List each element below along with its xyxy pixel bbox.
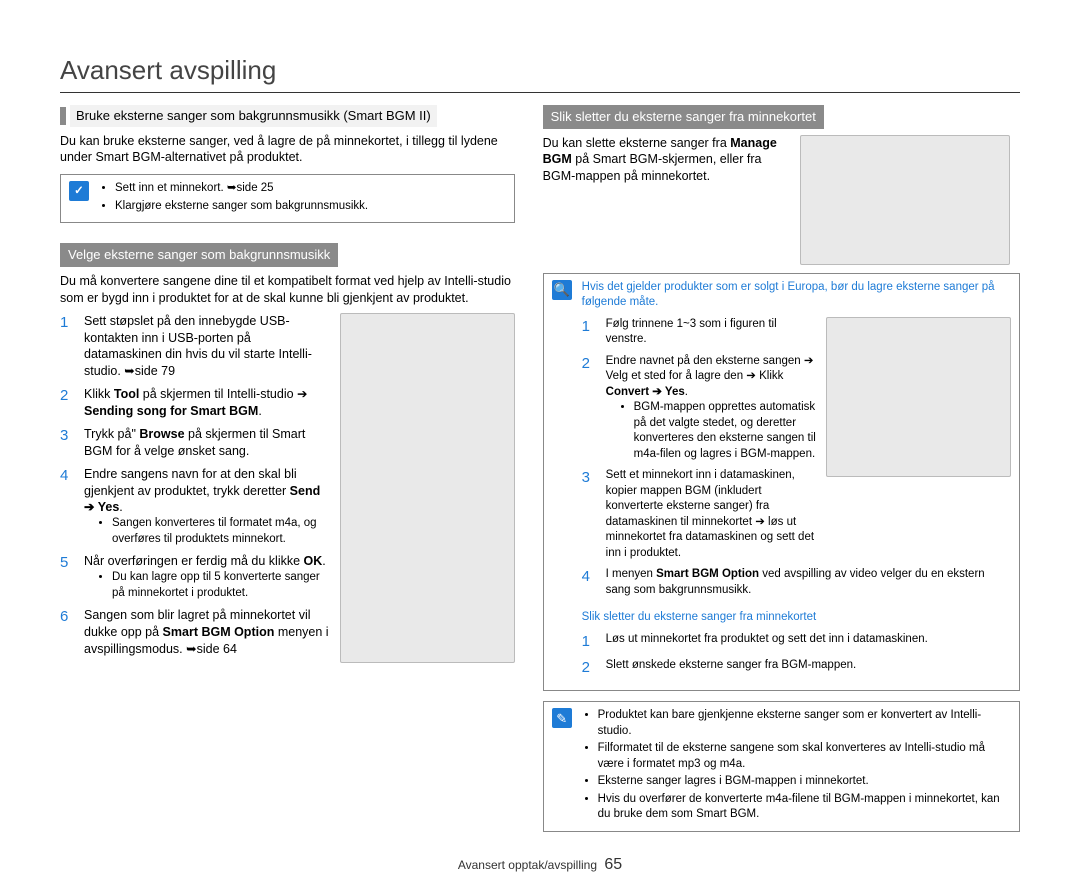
- delete-bgm-intro: Du kan slette eksterne sanger fra Manage…: [543, 135, 790, 259]
- smart-bgm-intro: Du kan bruke eksterne sanger, ved å lagr…: [60, 133, 515, 167]
- delete-step-1: Løs ut minnekortet fra produktet og sett…: [606, 632, 1011, 652]
- page-number: 65: [604, 856, 622, 873]
- note-icon: ✎: [552, 708, 572, 728]
- screenshot-song-conversion: [826, 317, 1011, 477]
- note-1: Produktet kan bare gjenkjenne eksterne s…: [598, 708, 1011, 739]
- left-step-4: Endre sangens navn for at den skal bli g…: [84, 466, 332, 548]
- info-box-notes: ✎ Produktet kan bare gjenkjenne eksterne…: [543, 701, 1020, 832]
- right-step-2: Endre navnet på den eksterne sangen ➔ Ve…: [606, 354, 818, 463]
- left-step-5: Når overføringen er ferdig må du klikke …: [84, 553, 332, 601]
- title-divider: [60, 92, 1020, 93]
- page-footer: Avansert opptak/avspilling 65: [60, 856, 1020, 874]
- info-box-europe: 🔍 Hvis det gjelder produkter som er solg…: [543, 273, 1020, 692]
- section-title-smart-bgm: Bruke eksterne sanger som bakgrunnsmusik…: [70, 105, 437, 127]
- select-bgm-intro: Du må konvertere sangene dine til et kom…: [60, 273, 515, 307]
- prereq-item-2: Klargjøre eksterne sanger som bakgrunnsm…: [115, 199, 368, 215]
- europe-note: Hvis det gjelder produkter som er solgt …: [582, 280, 1011, 311]
- screenshot-intelli-studio: [340, 313, 515, 663]
- right-column: Slik sletter du eksterne sanger fra minn…: [543, 105, 1020, 842]
- check-icon: ✓: [69, 181, 89, 201]
- delete-subheader: Slik sletter du eksterne sanger fra minn…: [582, 610, 1011, 626]
- right-step-4: I menyen Smart BGM Option ved avspilling…: [606, 567, 1011, 598]
- left-step-3: Trykk på" Browse på skjermen til Smart B…: [84, 426, 332, 460]
- section-header-delete-bgm: Slik sletter du eksterne sanger fra minn…: [543, 105, 824, 129]
- page-title: Avansert avspilling: [60, 55, 1020, 86]
- left-step-2: Klikk Tool på skjermen til Intelli-studi…: [84, 386, 332, 420]
- magnifier-icon: 🔍: [552, 280, 572, 300]
- left-step-6: Sangen som blir lagret på minnekortet vi…: [84, 607, 332, 658]
- delete-step-2: Slett ønskede eksterne sanger fra BGM-ma…: [606, 658, 1011, 678]
- note-2: Filformatet til de eksterne sangene som …: [598, 741, 1011, 772]
- right-step-3: Sett et minnekort inn i datamaskinen, ko…: [606, 468, 818, 561]
- left-step-1: Sett støpslet på den innebygde USB-konta…: [84, 313, 332, 381]
- section-header-select-bgm: Velge eksterne sanger som bakgrunnsmusik…: [60, 243, 338, 267]
- note-4: Hvis du overfører de konverterte m4a-fil…: [598, 792, 1011, 823]
- info-box-prereq: ✓ Sett inn et minnekort. ➥side 25 Klargj…: [60, 174, 515, 223]
- screenshot-manage-bgm: [800, 135, 1010, 265]
- note-3: Eksterne sanger lagres i BGM-mappen i mi…: [598, 774, 1011, 790]
- left-column: Bruke eksterne sanger som bakgrunnsmusik…: [60, 105, 515, 842]
- right-step-1: Følg trinnene 1~3 som i figuren til vens…: [606, 317, 818, 348]
- prereq-item-1: Sett inn et minnekort. ➥side 25: [115, 181, 368, 197]
- section-bar-smart-bgm: Bruke eksterne sanger som bakgrunnsmusik…: [60, 105, 515, 127]
